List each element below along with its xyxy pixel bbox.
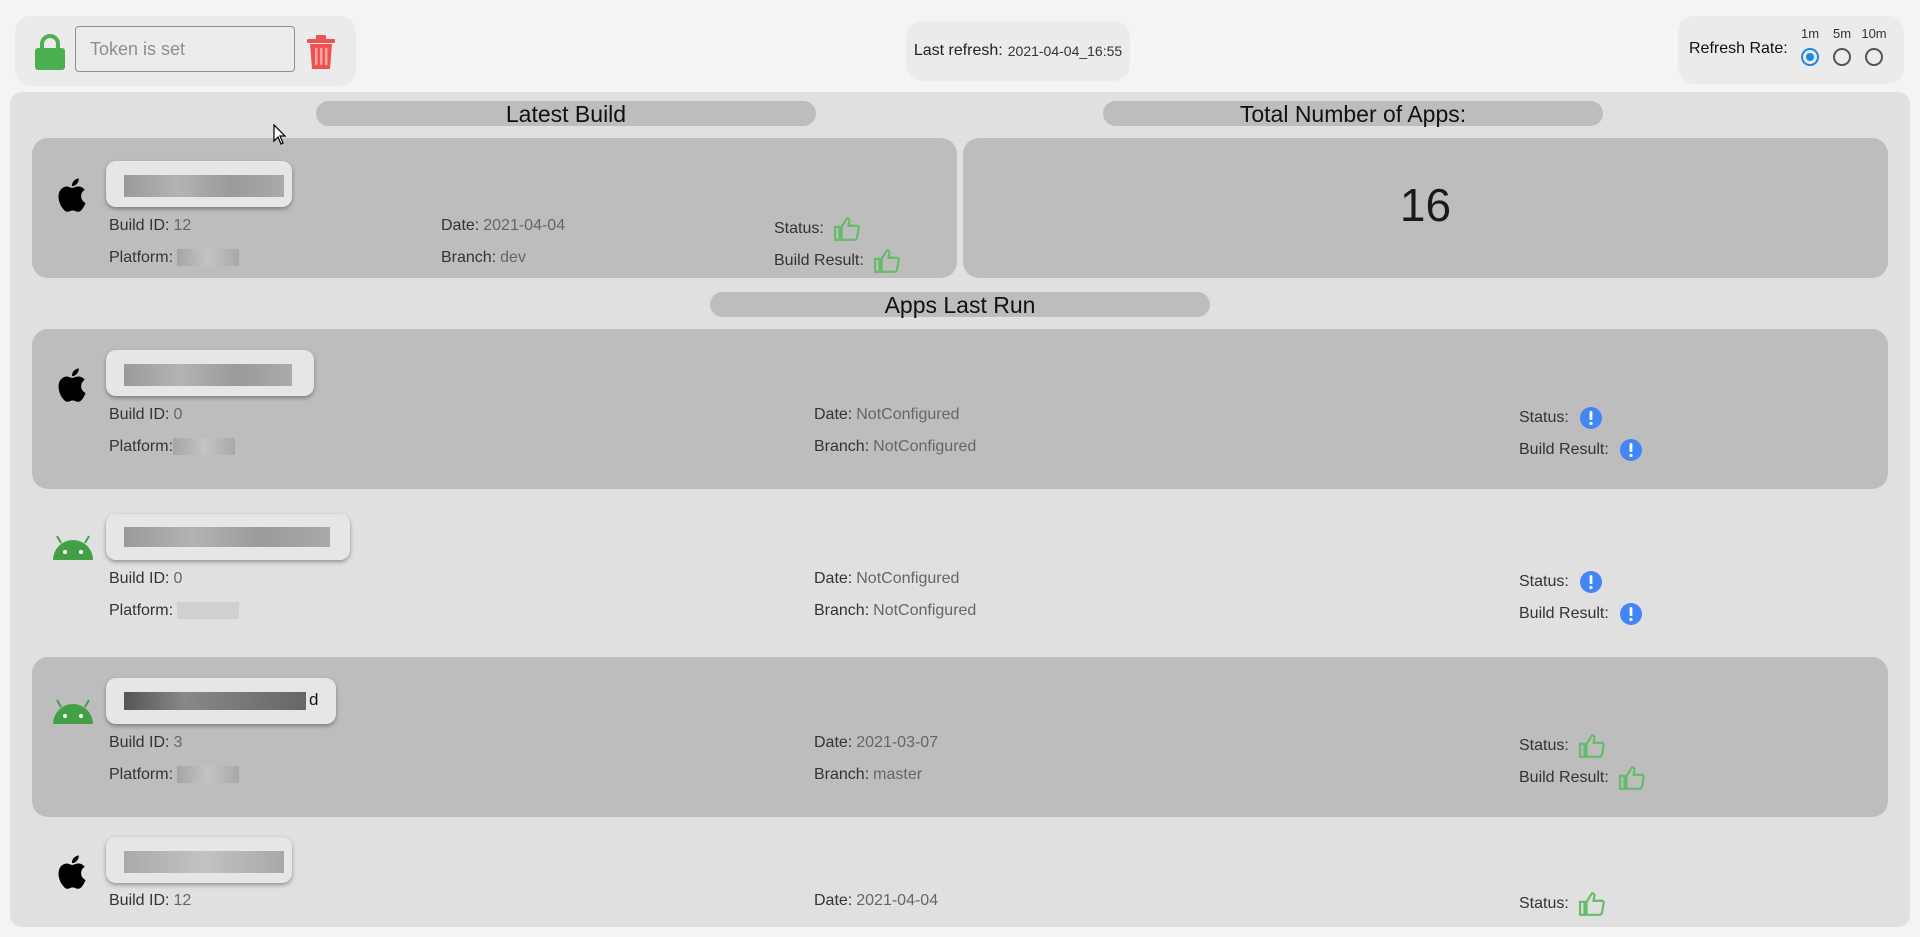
app-row[interactable]: Build ID: 0 Platform: Date: NotConfigured … xyxy=(32,493,1888,653)
build-id-field: Build ID: 0 xyxy=(109,570,183,587)
mouse-cursor-icon xyxy=(273,124,287,145)
build-result-field: Build Result: xyxy=(774,249,901,273)
redacted-name xyxy=(124,527,330,547)
last-refresh-label: Last refresh: xyxy=(913,42,1003,59)
apps-last-run-title: Apps Last Run xyxy=(710,292,1210,318)
date-field: Date: NotConfigured xyxy=(814,570,960,587)
platform-field: Platform: xyxy=(109,249,240,267)
app-row[interactable]: d Build ID: 3 Platform: Date: 2021-03-07 B… xyxy=(32,657,1888,817)
thumbs-up-icon xyxy=(1579,892,1606,916)
info-icon xyxy=(1620,439,1643,461)
apple-icon xyxy=(58,855,86,889)
date-field: Date: 2021-04-04 xyxy=(441,217,566,234)
app-name-pill[interactable] xyxy=(106,350,314,396)
redacted-name xyxy=(124,692,306,710)
lock-icon[interactable] xyxy=(34,33,66,71)
build-id-field: Build ID: 12 xyxy=(109,892,192,909)
rate-option-10m[interactable]: 10m xyxy=(1859,26,1889,71)
total-apps-title: Total Number of Apps: xyxy=(1103,101,1603,127)
info-icon xyxy=(1580,407,1603,429)
status-field: Status: xyxy=(1519,406,1603,430)
last-refresh-panel: Last refresh: 2021-04-04_16:55 xyxy=(906,21,1130,81)
refresh-rate-label: Refresh Rate: xyxy=(1689,40,1788,57)
thumbs-up-icon xyxy=(1619,766,1646,790)
redacted-name xyxy=(124,851,284,873)
branch-field: Branch: NotConfigured xyxy=(814,602,977,619)
date-field: Date: 2021-04-04 xyxy=(814,892,939,909)
token-panel xyxy=(15,16,356,86)
status-field: Status: xyxy=(1519,570,1603,594)
rate-option-1m[interactable]: 1m xyxy=(1795,26,1825,71)
branch-field: Branch: master xyxy=(814,766,923,783)
total-apps-card: 16 xyxy=(963,138,1888,278)
platform-field: Platform: xyxy=(109,438,236,456)
platform-field: Platform: xyxy=(109,766,240,784)
app-name-suffix: d xyxy=(309,690,319,709)
redacted-platform xyxy=(173,438,236,456)
build-result-field: Build Result: xyxy=(1519,766,1646,790)
apple-icon xyxy=(58,178,86,212)
android-icon xyxy=(53,699,93,724)
date-field: Date: 2021-03-07 xyxy=(814,734,939,751)
dashboard-main: Latest Build Total Number of Apps: Build… xyxy=(10,92,1910,927)
android-icon xyxy=(53,535,93,560)
info-icon xyxy=(1620,603,1643,625)
thumbs-up-icon xyxy=(874,249,901,273)
redacted-platform xyxy=(177,249,240,267)
last-refresh-timestamp: 2021-04-04_16:55 xyxy=(1007,43,1123,59)
info-icon xyxy=(1580,571,1603,593)
app-name-pill[interactable] xyxy=(106,837,292,883)
build-id-field: Build ID: 0 xyxy=(109,406,183,423)
build-result-field: Build Result: xyxy=(1519,438,1643,462)
latest-build-title: Latest Build xyxy=(316,101,816,127)
status-field: Status: xyxy=(1519,734,1606,758)
app-row[interactable]: Build ID: 12 Date: 2021-04-04 Status: xyxy=(32,821,1888,927)
radio-5m[interactable] xyxy=(1833,48,1851,66)
app-name-pill[interactable]: d xyxy=(106,678,336,724)
radio-10m[interactable] xyxy=(1865,48,1883,66)
thumbs-up-icon xyxy=(1579,734,1606,758)
thumbs-up-icon xyxy=(834,217,861,241)
date-field: Date: NotConfigured xyxy=(814,406,960,423)
rate-option-5m[interactable]: 5m xyxy=(1827,26,1857,71)
build-id-field: Build ID: 3 xyxy=(109,734,183,751)
app-name-pill[interactable] xyxy=(106,161,292,207)
build-id-field: Build ID: 12 xyxy=(109,217,192,234)
build-result-field: Build Result: xyxy=(1519,602,1643,626)
radio-1m[interactable] xyxy=(1801,48,1819,66)
trash-icon[interactable] xyxy=(305,34,337,70)
apple-icon xyxy=(58,368,86,402)
app-name-pill[interactable] xyxy=(106,514,350,560)
app-row[interactable]: Build ID: 0 Platform: Date: NotConfigured … xyxy=(32,329,1888,489)
status-field: Status: xyxy=(1519,892,1606,916)
platform-field: Platform: xyxy=(109,602,240,620)
refresh-rate-panel: Refresh Rate: 1m 5m 10m xyxy=(1678,16,1904,84)
redacted-name xyxy=(124,364,292,386)
redacted-platform xyxy=(177,766,240,784)
total-apps-value: 16 xyxy=(1399,179,1452,231)
status-field: Status: xyxy=(774,217,861,241)
branch-field: Branch: dev xyxy=(441,249,526,266)
redacted-name xyxy=(124,175,284,197)
branch-field: Branch: NotConfigured xyxy=(814,438,977,455)
token-input[interactable] xyxy=(75,26,295,72)
redacted-platform xyxy=(177,602,240,620)
latest-build-card[interactable]: Build ID: 12 Platform: Date: 2021-04-04 Br… xyxy=(32,138,957,278)
